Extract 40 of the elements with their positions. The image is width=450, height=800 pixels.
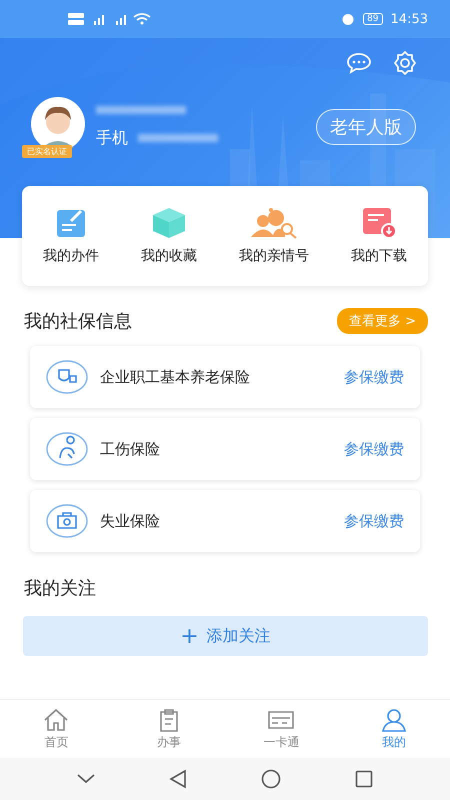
shortcut-item[interactable]: 我的收藏 bbox=[141, 207, 197, 265]
shortcut-item[interactable]: 我的下载 bbox=[351, 207, 407, 265]
insurance-name: 失业保险 bbox=[100, 512, 161, 530]
add-follow-button[interactable]: + 添加关注 bbox=[23, 616, 428, 656]
message-icon[interactable] bbox=[346, 52, 372, 74]
people-search-icon bbox=[249, 207, 299, 239]
phone-label: 手机 bbox=[96, 128, 128, 148]
settings-icon[interactable] bbox=[392, 50, 418, 76]
person-icon bbox=[46, 432, 88, 466]
battery-icon: 89 bbox=[363, 13, 383, 25]
chevron-down-icon[interactable] bbox=[77, 774, 95, 784]
note-edit-icon bbox=[55, 207, 87, 239]
view-more-button[interactable]: 查看更多 > bbox=[336, 308, 428, 334]
home-icon bbox=[43, 708, 70, 732]
clock: 14:53 bbox=[390, 12, 428, 26]
home-circle-icon[interactable] bbox=[261, 769, 281, 789]
verified-badge: 已实名认证 bbox=[22, 145, 72, 158]
insurance-name: 工伤保险 bbox=[100, 440, 161, 458]
insurance-card[interactable]: 工伤保险 参保缴费 bbox=[30, 418, 420, 480]
cube-icon bbox=[151, 207, 187, 239]
tab[interactable]: 一卡通 bbox=[251, 708, 312, 750]
person-icon bbox=[380, 708, 407, 732]
shortcut-item[interactable]: 我的亲情号 bbox=[239, 207, 309, 265]
insurance-card[interactable]: 失业保险 参保缴费 bbox=[30, 490, 420, 552]
section-title: 我的社保信息 bbox=[24, 310, 132, 333]
document-download-icon bbox=[361, 207, 397, 239]
recent-apps-icon[interactable] bbox=[355, 770, 373, 788]
insurance-card[interactable]: 企业职工基本养老保险 参保缴费 bbox=[30, 346, 420, 408]
pay-link[interactable]: 参保缴费 bbox=[344, 512, 404, 530]
pay-link[interactable]: 参保缴费 bbox=[344, 368, 404, 386]
elder-mode-button[interactable]: 老年人版 bbox=[316, 109, 416, 145]
tab[interactable]: 我的 bbox=[364, 708, 424, 750]
pay-link[interactable]: 参保缴费 bbox=[344, 440, 404, 458]
section-title: 我的关注 bbox=[24, 577, 96, 600]
tab[interactable]: 办事 bbox=[138, 708, 199, 750]
briefcase-icon bbox=[46, 504, 88, 538]
tab[interactable]: 首页 bbox=[26, 708, 86, 750]
back-icon[interactable] bbox=[169, 769, 187, 789]
insurance-name: 企业职工基本养老保险 bbox=[100, 368, 251, 386]
shortcut-item[interactable]: 我的办件 bbox=[43, 207, 99, 265]
